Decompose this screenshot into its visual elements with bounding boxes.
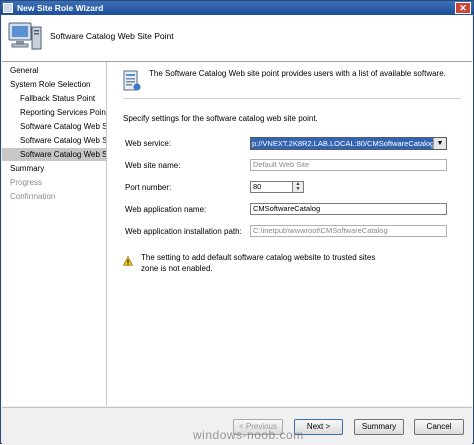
- port-number-stepper[interactable]: 80 ▲ ▼: [250, 181, 304, 193]
- nav-item-summary[interactable]: Summary: [2, 162, 106, 175]
- warning-line-1: The setting to add default software cata…: [141, 253, 376, 262]
- web-app-path-label: Web application installation path:: [125, 227, 242, 236]
- web-service-label: Web service:: [125, 139, 172, 148]
- web-app-name-label: Web application name:: [125, 205, 207, 214]
- computer-icon: [8, 22, 42, 50]
- close-button[interactable]: ✕: [455, 2, 471, 14]
- web-service-select[interactable]: p://VNEXT.2K8R2.LAB.LOCAL:80/CMSoftwareC…: [250, 137, 447, 150]
- stepper-buttons[interactable]: ▲ ▼: [293, 181, 304, 193]
- wizard-window: New Site Role Wizard ✕ Software Catalog …: [0, 0, 474, 445]
- nav-item-software-catalog-web-site[interactable]: Software Catalog Web Site: [2, 148, 106, 161]
- wizard-content: The Software Catalog Web site point prov…: [107, 62, 473, 406]
- divider: [123, 98, 461, 99]
- nav-item-fallback-status-point[interactable]: Fallback Status Point: [2, 92, 106, 105]
- port-number-label: Port number:: [125, 183, 172, 192]
- document-info-icon: [123, 70, 141, 91]
- wizard-nav: General System Role Selection Fallback S…: [2, 62, 107, 406]
- page-title: Software Catalog Web Site Point: [50, 31, 174, 41]
- info-text: The Software Catalog Web site point prov…: [149, 69, 446, 78]
- nav-item-confirmation: Confirmation: [10, 192, 56, 201]
- nav-item-software-catalog-web-service-1[interactable]: Software Catalog Web Ser: [2, 120, 106, 133]
- stepper-down-icon[interactable]: ▼: [293, 187, 303, 192]
- settings-heading: Specify settings for the software catalo…: [123, 114, 318, 123]
- nav-item-software-catalog-web-service-2[interactable]: Software Catalog Web Ser: [2, 134, 106, 147]
- nav-item-system-role-selection[interactable]: System Role Selection: [2, 78, 106, 91]
- nav-item-reporting-services-point[interactable]: Reporting Services Point: [2, 106, 106, 119]
- title-bar[interactable]: New Site Role Wizard ✕: [1, 1, 473, 15]
- nav-item-progress: Progress: [10, 178, 43, 187]
- web-site-name-label: Web site name:: [125, 161, 181, 170]
- wizard-header: Software Catalog Web Site Point: [2, 15, 472, 62]
- warning-icon: [123, 256, 133, 266]
- web-service-value: p://VNEXT.2K8R2.LAB.LOCAL:80/CMSoftwareC…: [251, 138, 434, 149]
- app-icon: [3, 3, 13, 13]
- port-number-field[interactable]: 80: [250, 181, 293, 193]
- web-site-name-field[interactable]: Default Web Site: [250, 159, 447, 171]
- cancel-button[interactable]: Cancel: [414, 419, 464, 435]
- web-app-path-field[interactable]: C:\inetpub\wwwroot\CMSoftwareCatalog: [250, 225, 447, 237]
- nav-item-general[interactable]: General: [2, 64, 106, 77]
- warning-line-2: zone is not enabled.: [141, 264, 213, 273]
- summary-button[interactable]: Summary: [354, 419, 404, 435]
- chevron-down-icon[interactable]: ▼: [433, 138, 446, 149]
- window-title: New Site Role Wizard: [17, 3, 104, 13]
- watermark: windows-noob.com: [193, 428, 304, 442]
- warning-message: The setting to add default software cata…: [141, 252, 375, 274]
- web-app-name-field[interactable]: CMSoftwareCatalog: [250, 203, 447, 215]
